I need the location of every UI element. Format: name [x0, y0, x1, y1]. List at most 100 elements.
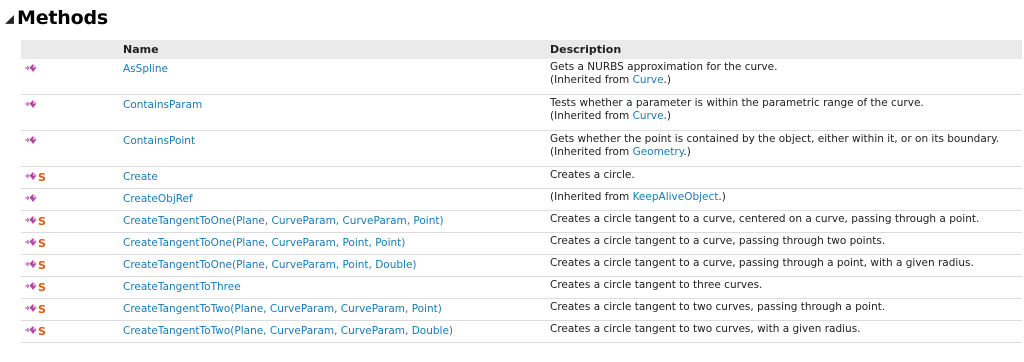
member-icon-cell: S — [21, 167, 121, 189]
public-method-icon — [25, 134, 37, 145]
table-row: S CreateTangentToTwo(Plane, CurveParam, C… — [21, 299, 1022, 321]
table-row: ContainsPoint Gets whether the point is c… — [21, 131, 1022, 167]
method-name-link[interactable]: CreateTangentToThree — [123, 281, 241, 293]
member-icon-cell — [21, 59, 121, 95]
public-method-icon — [25, 302, 37, 313]
table-header-row: Name Description — [21, 40, 1022, 59]
inherited-suffix: .) — [718, 191, 726, 203]
member-name-cell: CreateTangentToTwo(Plane, CurveParam, Cu… — [121, 299, 548, 321]
member-name-cell: CreateTangentToOne(Plane, CurveParam, Cu… — [121, 211, 548, 233]
table-row: AsSpline Gets a NURBS approximation for t… — [21, 59, 1022, 95]
member-description-cell: Creates a circle tangent to a curve, pas… — [548, 233, 1022, 255]
method-name-link[interactable]: CreateTangentToOne(Plane, CurveParam, Po… — [123, 237, 405, 249]
member-description-cell: Creates a circle tangent to a curve, cen… — [548, 211, 1022, 233]
public-method-icon — [25, 170, 37, 181]
method-name-link[interactable]: CreateTangentToOne(Plane, CurveParam, Po… — [123, 259, 417, 271]
static-member-icon: S — [38, 302, 46, 316]
member-description-cell: Gets a NURBS approximation for the curve… — [548, 59, 1022, 95]
method-description: Creates a circle tangent to a curve, pas… — [550, 257, 974, 269]
method-name-link[interactable]: Create — [123, 171, 158, 183]
public-method-icon — [25, 214, 37, 225]
table-row: S CreateTangentToThree Creates a circle ta… — [21, 277, 1022, 299]
inherited-from-link[interactable]: Geometry — [633, 146, 684, 158]
static-member-icon: S — [38, 258, 46, 272]
member-icon-cell — [21, 189, 121, 211]
methods-section-header[interactable]: Methods — [4, 6, 108, 30]
inherited-suffix: .) — [663, 74, 671, 86]
member-description-cell: Creates a circle tangent to two curves, … — [548, 321, 1022, 343]
method-name-link[interactable]: CreateTangentToTwo(Plane, CurveParam, Cu… — [123, 325, 453, 337]
member-icon-cell: S — [21, 321, 121, 343]
member-description-cell: Tests whether a parameter is within the … — [548, 95, 1022, 131]
method-name-link[interactable]: AsSpline — [123, 63, 168, 75]
name-column-header: Name — [123, 43, 159, 56]
member-description-cell: Creates a circle tangent to a curve, pas… — [548, 255, 1022, 277]
inherited-from-link[interactable]: Curve — [633, 74, 664, 86]
method-name-link[interactable]: CreateTangentToTwo(Plane, CurveParam, Cu… — [123, 303, 442, 315]
member-icon-cell: S — [21, 255, 121, 277]
member-name-cell: CreateTangentToTwo(Plane, CurveParam, Cu… — [121, 321, 548, 343]
static-member-icon: S — [38, 170, 46, 184]
table-row: S CreateTangentToOne(Plane, CurveParam, P… — [21, 255, 1022, 277]
static-member-icon: S — [38, 280, 46, 294]
table-row: CreateObjRef (Inherited from KeepAliveObj… — [21, 189, 1022, 211]
public-method-icon — [25, 192, 37, 203]
method-description: Creates a circle tangent to a curve, pas… — [550, 235, 886, 247]
description-column-header: Description — [550, 43, 622, 56]
member-description-cell: Creates a circle tangent to three curves… — [548, 277, 1022, 299]
method-description: Gets whether the point is contained by t… — [550, 133, 1000, 145]
member-icon-cell: S — [21, 211, 121, 233]
member-icon-cell — [21, 131, 121, 167]
member-name-cell: CreateTangentToOne(Plane, CurveParam, Po… — [121, 255, 548, 277]
section-title: Methods — [17, 7, 108, 29]
public-method-icon — [25, 62, 37, 73]
static-member-icon: S — [38, 324, 46, 338]
method-name-link[interactable]: CreateTangentToOne(Plane, CurveParam, Cu… — [123, 215, 444, 227]
method-description: Creates a circle tangent to a curve, cen… — [550, 213, 980, 225]
static-member-icon: S — [38, 236, 46, 250]
collapse-triangle-icon[interactable] — [4, 14, 15, 25]
table-row: S Create Creates a circle. — [21, 167, 1022, 189]
table-row: S CreateTangentToTwo(Plane, CurveParam, C… — [21, 321, 1022, 343]
public-method-icon — [25, 236, 37, 247]
member-name-cell: AsSpline — [121, 59, 548, 95]
member-description-cell: Gets whether the point is contained by t… — [548, 131, 1022, 167]
methods-table: Name Description AsSpline Gets a NURBS ap… — [21, 40, 1022, 343]
method-name-link[interactable]: ContainsPoint — [123, 135, 195, 147]
member-name-cell: Create — [121, 167, 548, 189]
inherited-suffix: .) — [663, 110, 671, 122]
member-icon-cell: S — [21, 299, 121, 321]
method-name-link[interactable]: CreateObjRef — [123, 193, 193, 205]
table-row: S CreateTangentToOne(Plane, CurveParam, C… — [21, 211, 1022, 233]
inherited-prefix: (Inherited from — [550, 110, 633, 122]
member-icon-cell — [21, 95, 121, 131]
member-description-cell: Creates a circle. — [548, 167, 1022, 189]
inherited-prefix: (Inherited from — [550, 146, 633, 158]
method-description: Creates a circle tangent to three curves… — [550, 279, 763, 291]
member-name-cell: CreateTangentToOne(Plane, CurveParam, Po… — [121, 233, 548, 255]
member-icon-cell: S — [21, 233, 121, 255]
public-method-icon — [25, 324, 37, 335]
public-method-icon — [25, 98, 37, 109]
table-row: ContainsParam Tests whether a parameter i… — [21, 95, 1022, 131]
table-row: S CreateTangentToOne(Plane, CurveParam, P… — [21, 233, 1022, 255]
member-name-cell: CreateObjRef — [121, 189, 548, 211]
inherited-prefix: (Inherited from — [550, 74, 633, 86]
static-member-icon: S — [38, 214, 46, 228]
icon-column-header — [21, 40, 121, 59]
inherited-from-link[interactable]: KeepAliveObject — [633, 191, 719, 203]
inherited-prefix: (Inherited from — [550, 191, 633, 203]
method-description: Creates a circle. — [550, 169, 635, 181]
inherited-suffix: .) — [683, 146, 691, 158]
method-description: Tests whether a parameter is within the … — [550, 97, 924, 109]
inherited-from-link[interactable]: Curve — [633, 110, 664, 122]
member-name-cell: ContainsPoint — [121, 131, 548, 167]
member-description-cell: (Inherited from KeepAliveObject.) — [548, 189, 1022, 211]
method-name-link[interactable]: ContainsParam — [123, 99, 202, 111]
method-description: Creates a circle tangent to two curves, … — [550, 301, 886, 313]
method-description: Creates a circle tangent to two curves, … — [550, 323, 861, 335]
public-method-icon — [25, 258, 37, 269]
member-name-cell: CreateTangentToThree — [121, 277, 548, 299]
public-method-icon — [25, 280, 37, 291]
member-name-cell: ContainsParam — [121, 95, 548, 131]
